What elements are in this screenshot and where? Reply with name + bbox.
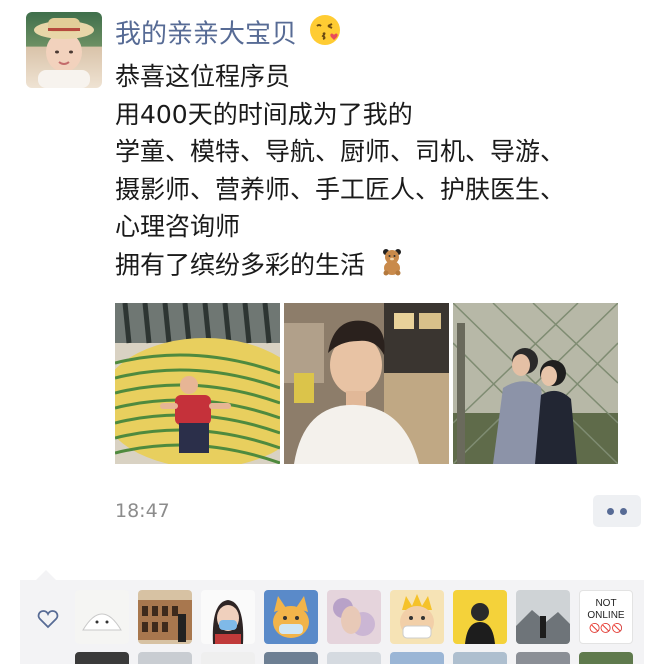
heart-outline-icon	[36, 607, 60, 631]
liker-avatar[interactable]	[264, 652, 318, 664]
liker-avatar[interactable]	[327, 652, 381, 664]
post-timestamp: 18:47	[115, 500, 170, 522]
kissing-face-icon	[309, 14, 341, 56]
liker-avatar-flowers[interactable]	[327, 590, 381, 644]
liker-avatar[interactable]	[138, 652, 192, 664]
photo-child-on-sculpture[interactable]	[115, 303, 280, 464]
liker-avatar-girl-mask[interactable]	[201, 590, 255, 644]
post-line: 心理咨询师	[115, 212, 241, 241]
photo-couple-at-fence[interactable]	[453, 303, 618, 464]
post-line: 学童、模特、导航、厨师、司机、导游、	[115, 137, 566, 166]
photo-young-man-in-mall[interactable]	[284, 303, 449, 464]
not-online-text-2: ONLINE	[587, 610, 625, 621]
liker-avatar-dumpling[interactable]	[75, 590, 129, 644]
liker-avatar-colosseum[interactable]	[138, 590, 192, 644]
liker-avatar[interactable]	[453, 652, 507, 664]
post-text: 恭喜这位程序员 用400天的时间成为了我的 学童、模特、导航、厨师、司机、导游、…	[115, 58, 635, 286]
author-name-text[interactable]: 我的亲亲大宝贝	[115, 20, 297, 50]
liker-avatar[interactable]	[516, 652, 570, 664]
post-line: 恭喜这位程序员	[115, 62, 291, 91]
post-line: 拥有了缤纷多彩的生活	[115, 249, 366, 279]
dot-icon	[620, 508, 627, 515]
not-online-text-1: NOT	[595, 598, 617, 609]
liker-avatar-cartoon-prince[interactable]	[390, 590, 444, 644]
liker-avatar[interactable]	[390, 652, 444, 664]
not-online-symbols: 🚫🚫🚫	[589, 623, 623, 633]
liker-avatar-yellow-bg[interactable]	[453, 590, 507, 644]
author-avatar[interactable]	[26, 12, 102, 88]
more-actions-button[interactable]	[593, 495, 641, 527]
liker-avatar[interactable]	[75, 652, 129, 664]
post-line: 摄影师、营养师、手工匠人、护肤医生、	[115, 174, 566, 204]
liker-avatar-cartoon-dog[interactable]	[264, 590, 318, 644]
post-line: 用400天的时间成为了我的	[115, 99, 413, 129]
teddy-bear-icon	[377, 246, 407, 287]
liker-avatar-landscape[interactable]	[516, 590, 570, 644]
photo-grid	[115, 303, 618, 464]
post-line-last: 拥有了缤纷多彩的生活	[115, 246, 635, 287]
dot-icon	[607, 508, 614, 515]
liker-avatar[interactable]	[201, 652, 255, 664]
likes-pointer	[36, 570, 56, 580]
liker-avatar-not-online[interactable]: NOT ONLINE 🚫🚫🚫	[579, 590, 633, 644]
likes-panel: NOT ONLINE 🚫🚫🚫	[20, 580, 644, 664]
author-name[interactable]: 我的亲亲大宝贝	[115, 14, 341, 50]
liker-avatar[interactable]	[579, 652, 633, 664]
